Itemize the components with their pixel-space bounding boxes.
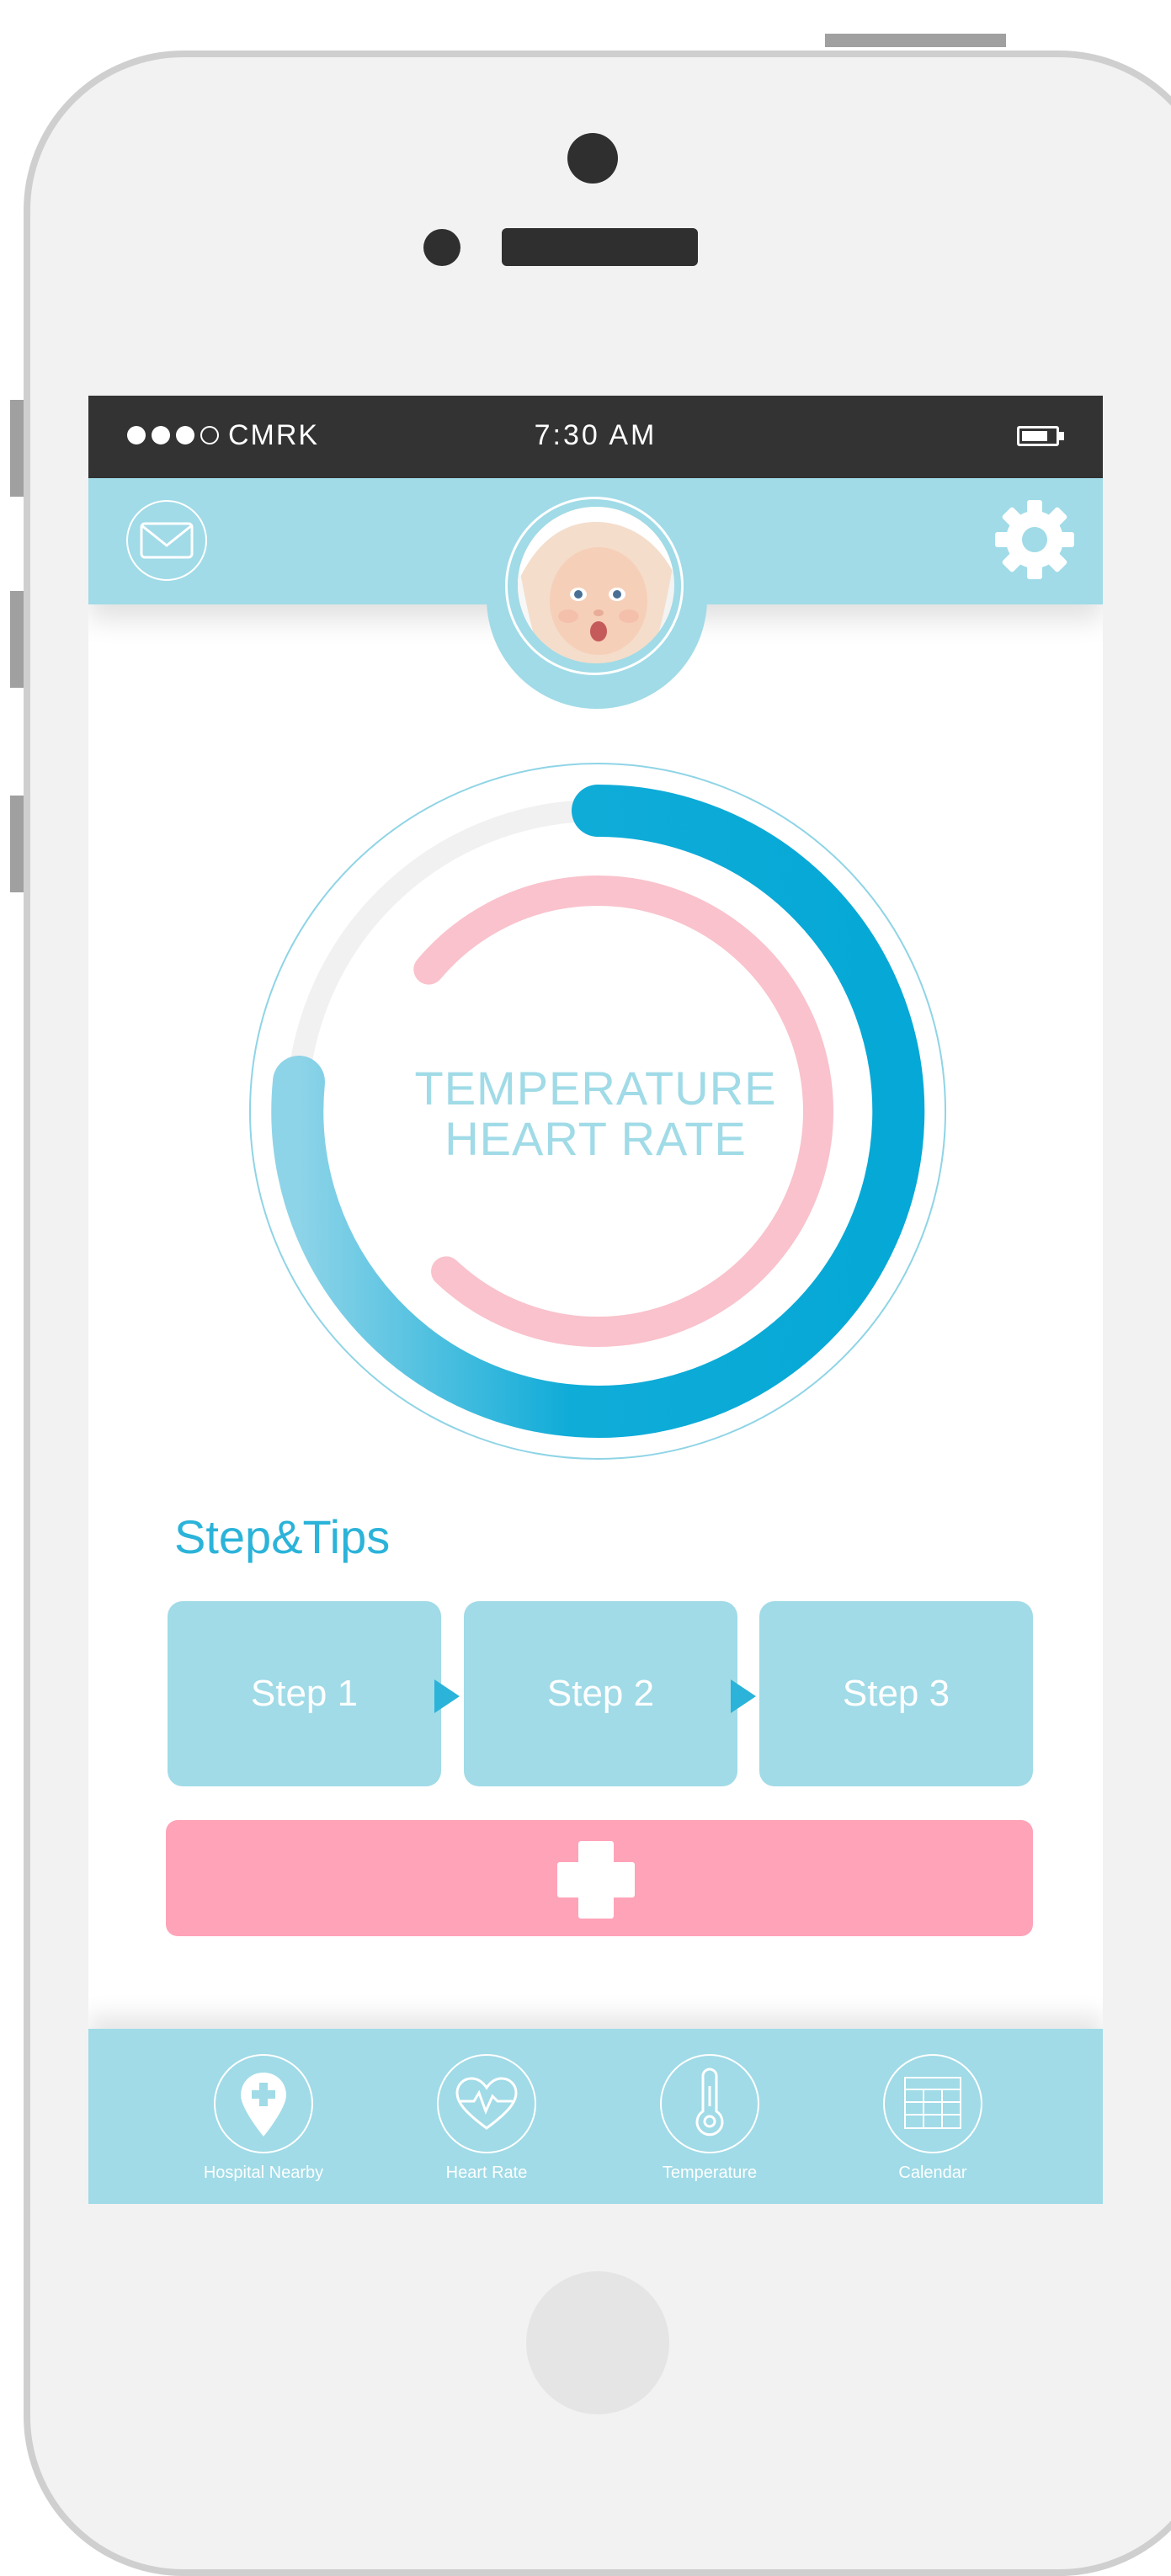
- battery-icon: [1017, 426, 1059, 446]
- front-camera: [567, 133, 618, 184]
- step-arrow-icon: [731, 1679, 756, 1713]
- battery-nub: [1059, 432, 1064, 440]
- plus-icon-bar: [557, 1862, 635, 1897]
- step-3-button[interactable]: Step 3: [759, 1601, 1033, 1786]
- home-button[interactable]: [526, 2271, 669, 2414]
- app-screen: CMRK 7:30 AM TEMPERATURE HEART RATE Step…: [88, 396, 1103, 2204]
- tab-temperature[interactable]: Temperature: [613, 2029, 806, 2204]
- tab-heart-rate[interactable]: Heart Rate: [390, 2029, 583, 2204]
- tab-hospital-nearby[interactable]: Hospital Nearby: [167, 2029, 360, 2204]
- ring-label-heart-rate: HEART RATE: [444, 1112, 747, 1165]
- tab-label: Temperature: [662, 2164, 758, 2182]
- earpiece-speaker: [502, 228, 698, 266]
- gear-icon[interactable]: [995, 500, 1074, 579]
- status-time: 7:30 AM: [534, 419, 657, 451]
- tab-calendar[interactable]: Calendar: [836, 2029, 1030, 2204]
- section-title: Step&Tips: [174, 1510, 391, 1563]
- volume-up-button: [10, 591, 24, 688]
- thermometer-icon: [660, 2054, 759, 2153]
- avatar[interactable]: [518, 507, 674, 663]
- ring-label-temperature: TEMPERATURE: [414, 1062, 777, 1115]
- heart-rate-icon: [437, 2054, 536, 2153]
- step-arrow-icon: [434, 1679, 460, 1713]
- status-bar: CMRK 7:30 AM: [88, 396, 1103, 478]
- calendar-icon: [883, 2054, 982, 2153]
- step-2-button[interactable]: Step 2: [464, 1601, 737, 1786]
- mail-icon[interactable]: [126, 500, 207, 581]
- hospital-pin-icon: [214, 2054, 313, 2153]
- power-button: [825, 34, 1006, 47]
- mute-switch: [10, 400, 24, 497]
- tab-label: Hospital Nearby: [203, 2164, 324, 2182]
- tab-label: Calendar: [898, 2164, 967, 2182]
- volume-down-button: [10, 796, 24, 892]
- tab-label: Heart Rate: [445, 2164, 528, 2182]
- proximity-sensor: [423, 229, 460, 266]
- step-1-button[interactable]: Step 1: [168, 1601, 441, 1786]
- tab-bar: Hospital Nearby Heart Rate Temperature C…: [88, 2029, 1103, 2204]
